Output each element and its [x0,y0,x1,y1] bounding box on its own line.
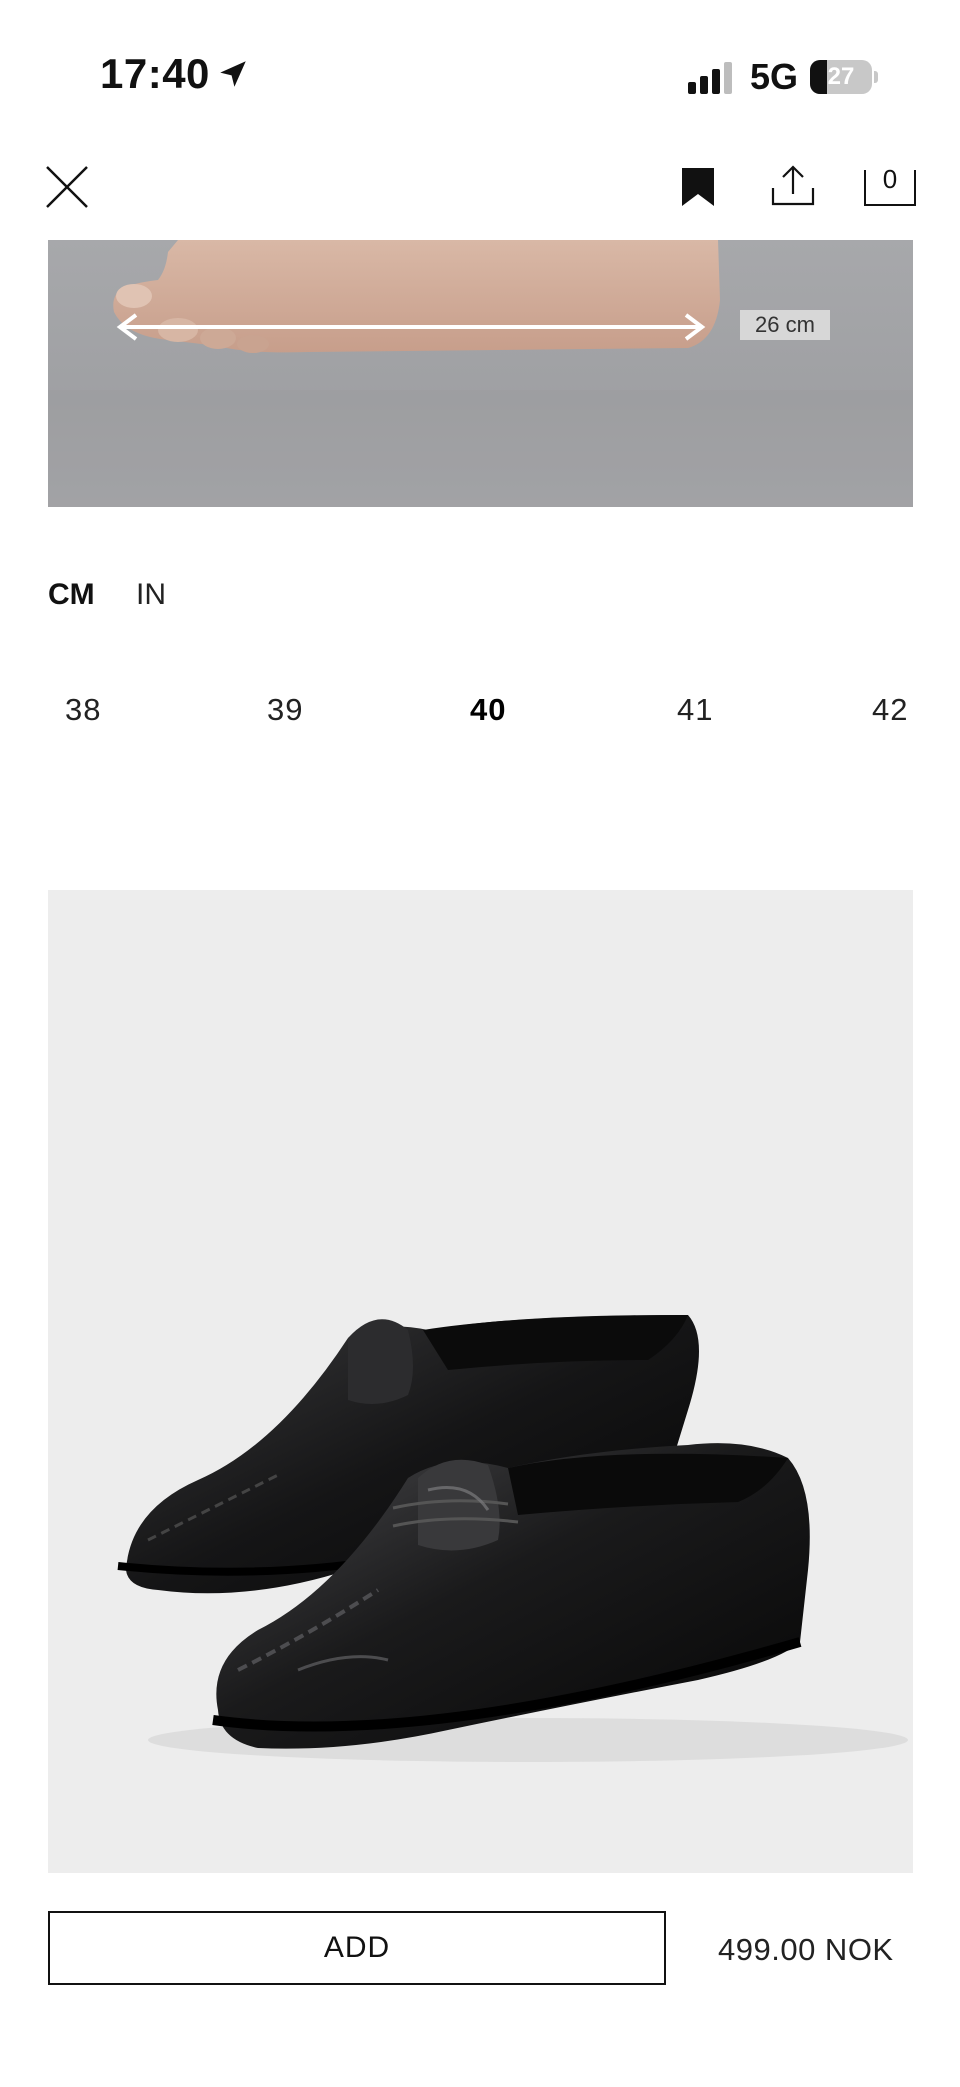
price-label: 499.00 NOK [718,1932,894,1967]
size-option-40[interactable]: 40 [470,692,506,728]
bookmark-icon[interactable] [678,166,718,208]
location-arrow-icon [220,61,246,87]
size-option-42[interactable]: 42 [872,692,908,728]
battery-level: 27 [827,63,855,90]
network-type: 5G [750,56,799,97]
shopping-bag-icon[interactable]: 0 [864,164,916,206]
product-image [48,890,913,1873]
size-option-41[interactable]: 41 [677,692,713,728]
size-option-38[interactable]: 38 [65,692,101,728]
measure-label: 26 cm [740,310,830,340]
signal-bars-icon [688,62,732,94]
add-to-cart-button[interactable]: ADD [48,1911,666,1985]
bag-count: 0 [882,164,898,194]
share-icon[interactable] [770,164,816,208]
close-icon[interactable] [44,164,90,210]
unit-toggle-cm[interactable]: CM [48,578,95,612]
unit-toggle-in[interactable]: IN [136,578,166,612]
battery-icon: 27 [810,60,878,94]
status-time: 17:40 [100,50,210,97]
foot-measure-image [48,240,913,507]
size-option-39[interactable]: 39 [267,692,303,728]
